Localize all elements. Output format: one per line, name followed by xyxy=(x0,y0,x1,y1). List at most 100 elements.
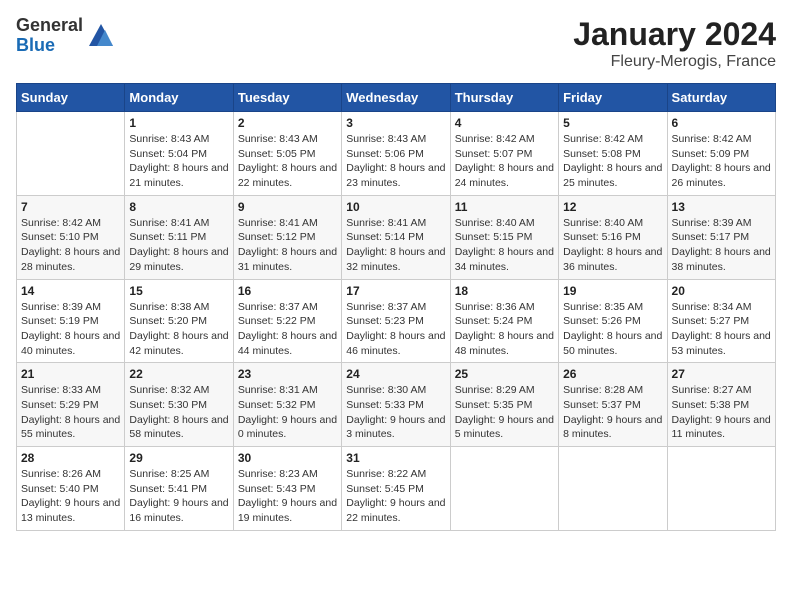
day-info: Sunrise: 8:42 AM Sunset: 5:10 PM Dayligh… xyxy=(21,216,120,275)
day-info: Sunrise: 8:22 AM Sunset: 5:45 PM Dayligh… xyxy=(346,467,445,526)
day-number: 2 xyxy=(238,116,337,130)
day-number: 31 xyxy=(346,451,445,465)
day-number: 25 xyxy=(455,367,554,381)
day-number: 15 xyxy=(129,284,228,298)
logo-blue: Blue xyxy=(16,36,83,56)
calendar-cell: 28 Sunrise: 8:26 AM Sunset: 5:40 PM Dayli… xyxy=(17,447,125,531)
calendar-cell: 23 Sunrise: 8:31 AM Sunset: 5:32 PM Dayli… xyxy=(233,363,341,447)
logo-icon xyxy=(87,22,115,50)
day-info: Sunrise: 8:28 AM Sunset: 5:37 PM Dayligh… xyxy=(563,383,662,442)
day-number: 7 xyxy=(21,200,120,214)
day-info: Sunrise: 8:33 AM Sunset: 5:29 PM Dayligh… xyxy=(21,383,120,442)
calendar-cell: 25Sunrise: 8:29 AM Sunset: 5:35 PM Dayli… xyxy=(450,363,558,447)
day-number: 17 xyxy=(346,284,445,298)
day-number: 6 xyxy=(672,116,771,130)
weekday-header: Friday xyxy=(559,84,667,112)
day-info: Sunrise: 8:41 AM Sunset: 5:14 PM Dayligh… xyxy=(346,216,445,275)
weekday-header: Sunday xyxy=(17,84,125,112)
calendar-header-row: SundayMondayTuesdayWednesdayThursdayFrid… xyxy=(17,84,776,112)
calendar-cell: 29 Sunrise: 8:25 AM Sunset: 5:41 PM Dayli… xyxy=(125,447,233,531)
day-info: Sunrise: 8:41 AM Sunset: 5:12 PM Dayligh… xyxy=(238,216,337,275)
day-info: Sunrise: 8:32 AM Sunset: 5:30 PM Dayligh… xyxy=(129,383,228,442)
calendar-cell xyxy=(17,112,125,196)
day-info: Sunrise: 8:42 AM Sunset: 5:09 PM Dayligh… xyxy=(672,132,771,191)
day-number: 5 xyxy=(563,116,662,130)
calendar-cell: 26 Sunrise: 8:28 AM Sunset: 5:37 PM Dayli… xyxy=(559,363,667,447)
calendar-week-row: 14Sunrise: 8:39 AM Sunset: 5:19 PM Dayli… xyxy=(17,279,776,363)
day-info: Sunrise: 8:27 AM Sunset: 5:38 PM Dayligh… xyxy=(672,383,771,442)
day-number: 24 xyxy=(346,367,445,381)
calendar-cell: 2 Sunrise: 8:43 AM Sunset: 5:05 PM Daylig… xyxy=(233,112,341,196)
day-info: Sunrise: 8:36 AM Sunset: 5:24 PM Dayligh… xyxy=(455,300,554,359)
day-info: Sunrise: 8:40 AM Sunset: 5:15 PM Dayligh… xyxy=(455,216,554,275)
title-area: January 2024 Fleury-Merogis, France xyxy=(573,16,776,71)
day-info: Sunrise: 8:40 AM Sunset: 5:16 PM Dayligh… xyxy=(563,216,662,275)
calendar-cell: 6 Sunrise: 8:42 AM Sunset: 5:09 PM Daylig… xyxy=(667,112,775,196)
day-info: Sunrise: 8:31 AM Sunset: 5:32 PM Dayligh… xyxy=(238,383,337,442)
day-info: Sunrise: 8:43 AM Sunset: 5:05 PM Dayligh… xyxy=(238,132,337,191)
calendar-cell: 8Sunrise: 8:41 AM Sunset: 5:11 PM Daylig… xyxy=(125,195,233,279)
calendar-cell: 17 Sunrise: 8:37 AM Sunset: 5:23 PM Dayli… xyxy=(342,279,450,363)
day-info: Sunrise: 8:25 AM Sunset: 5:41 PM Dayligh… xyxy=(129,467,228,526)
day-info: Sunrise: 8:42 AM Sunset: 5:07 PM Dayligh… xyxy=(455,132,554,191)
day-number: 26 xyxy=(563,367,662,381)
calendar-cell: 4 Sunrise: 8:42 AM Sunset: 5:07 PM Daylig… xyxy=(450,112,558,196)
day-info: Sunrise: 8:34 AM Sunset: 5:27 PM Dayligh… xyxy=(672,300,771,359)
calendar-cell: 5 Sunrise: 8:42 AM Sunset: 5:08 PM Daylig… xyxy=(559,112,667,196)
day-number: 21 xyxy=(21,367,120,381)
day-number: 3 xyxy=(346,116,445,130)
calendar-cell: 18 Sunrise: 8:36 AM Sunset: 5:24 PM Dayli… xyxy=(450,279,558,363)
day-number: 18 xyxy=(455,284,554,298)
day-number: 28 xyxy=(21,451,120,465)
calendar-cell: 13 Sunrise: 8:39 AM Sunset: 5:17 PM Dayli… xyxy=(667,195,775,279)
calendar-table: SundayMondayTuesdayWednesdayThursdayFrid… xyxy=(16,83,776,531)
day-number: 13 xyxy=(672,200,771,214)
calendar-cell: 24 Sunrise: 8:30 AM Sunset: 5:33 PM Dayli… xyxy=(342,363,450,447)
day-info: Sunrise: 8:39 AM Sunset: 5:19 PM Dayligh… xyxy=(21,300,120,359)
day-number: 23 xyxy=(238,367,337,381)
day-info: Sunrise: 8:30 AM Sunset: 5:33 PM Dayligh… xyxy=(346,383,445,442)
calendar-cell: 15Sunrise: 8:38 AM Sunset: 5:20 PM Dayli… xyxy=(125,279,233,363)
calendar-cell: 31 Sunrise: 8:22 AM Sunset: 5:45 PM Dayli… xyxy=(342,447,450,531)
weekday-header: Wednesday xyxy=(342,84,450,112)
calendar-week-row: 21 Sunrise: 8:33 AM Sunset: 5:29 PM Dayli… xyxy=(17,363,776,447)
day-info: Sunrise: 8:26 AM Sunset: 5:40 PM Dayligh… xyxy=(21,467,120,526)
logo-general: General xyxy=(16,16,83,36)
day-info: Sunrise: 8:39 AM Sunset: 5:17 PM Dayligh… xyxy=(672,216,771,275)
weekday-header: Saturday xyxy=(667,84,775,112)
day-info: Sunrise: 8:23 AM Sunset: 5:43 PM Dayligh… xyxy=(238,467,337,526)
weekday-header: Tuesday xyxy=(233,84,341,112)
day-number: 12 xyxy=(563,200,662,214)
month-title: January 2024 xyxy=(573,16,776,53)
day-info: Sunrise: 8:35 AM Sunset: 5:26 PM Dayligh… xyxy=(563,300,662,359)
day-number: 29 xyxy=(129,451,228,465)
day-number: 27 xyxy=(672,367,771,381)
day-number: 22 xyxy=(129,367,228,381)
calendar-cell xyxy=(667,447,775,531)
day-number: 10 xyxy=(346,200,445,214)
calendar-week-row: 1 Sunrise: 8:43 AM Sunset: 5:04 PM Daylig… xyxy=(17,112,776,196)
calendar-cell xyxy=(559,447,667,531)
day-info: Sunrise: 8:37 AM Sunset: 5:22 PM Dayligh… xyxy=(238,300,337,359)
calendar-cell: 14Sunrise: 8:39 AM Sunset: 5:19 PM Dayli… xyxy=(17,279,125,363)
calendar-cell: 10 Sunrise: 8:41 AM Sunset: 5:14 PM Dayli… xyxy=(342,195,450,279)
calendar-week-row: 7 Sunrise: 8:42 AM Sunset: 5:10 PM Daylig… xyxy=(17,195,776,279)
day-info: Sunrise: 8:37 AM Sunset: 5:23 PM Dayligh… xyxy=(346,300,445,359)
calendar-cell: 1 Sunrise: 8:43 AM Sunset: 5:04 PM Daylig… xyxy=(125,112,233,196)
calendar-week-row: 28 Sunrise: 8:26 AM Sunset: 5:40 PM Dayli… xyxy=(17,447,776,531)
weekday-header: Thursday xyxy=(450,84,558,112)
calendar-cell: 30Sunrise: 8:23 AM Sunset: 5:43 PM Dayli… xyxy=(233,447,341,531)
calendar-cell: 20Sunrise: 8:34 AM Sunset: 5:27 PM Dayli… xyxy=(667,279,775,363)
day-number: 4 xyxy=(455,116,554,130)
day-number: 9 xyxy=(238,200,337,214)
day-info: Sunrise: 8:43 AM Sunset: 5:04 PM Dayligh… xyxy=(129,132,228,191)
calendar-cell: 21 Sunrise: 8:33 AM Sunset: 5:29 PM Dayli… xyxy=(17,363,125,447)
calendar-cell: 19Sunrise: 8:35 AM Sunset: 5:26 PM Dayli… xyxy=(559,279,667,363)
day-info: Sunrise: 8:43 AM Sunset: 5:06 PM Dayligh… xyxy=(346,132,445,191)
day-number: 16 xyxy=(238,284,337,298)
day-number: 11 xyxy=(455,200,554,214)
day-number: 1 xyxy=(129,116,228,130)
calendar-cell xyxy=(450,447,558,531)
day-info: Sunrise: 8:42 AM Sunset: 5:08 PM Dayligh… xyxy=(563,132,662,191)
weekday-header: Monday xyxy=(125,84,233,112)
